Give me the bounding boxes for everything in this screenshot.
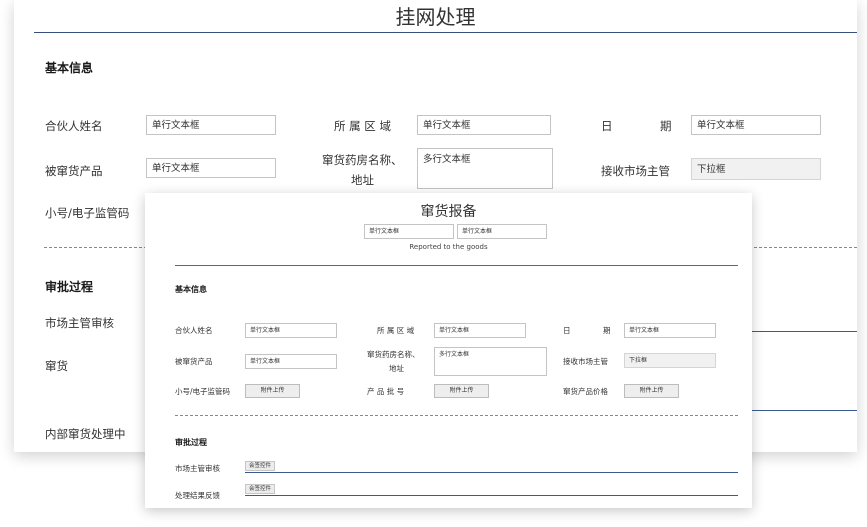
header-input[interactable]: 单行文本框 (364, 224, 454, 239)
region-label: 所 属 区 域 (334, 119, 391, 133)
title-divider (34, 32, 857, 33)
batch-label: 产 品 批 号 (367, 387, 405, 396)
form-subtitle: Reported to the goods (409, 243, 488, 251)
manager-select[interactable]: 下拉框 (624, 353, 716, 368)
code-upload-button[interactable]: 附件上传 (245, 384, 300, 398)
code-label: 小号/电子监管码 (175, 387, 231, 396)
product-label: 被窜货产品 (45, 164, 103, 178)
product-label: 被窜货产品 (175, 357, 213, 366)
form-title: 窜货报备 (420, 204, 477, 220)
manager-label: 接收市场主管 (563, 357, 608, 366)
region-input[interactable]: 单行文本框 (417, 115, 551, 135)
approval-row-label: 窜货 (45, 359, 68, 373)
price-upload-button[interactable]: 附件上传 (624, 384, 679, 398)
date-label-part2: 期 (660, 119, 672, 133)
pharmacy-textarea[interactable]: 多行文本框 (434, 347, 547, 376)
partner-name-input[interactable]: 单行文本框 (146, 115, 276, 135)
pharmacy-label-line2: 地址 (389, 364, 404, 373)
region-input[interactable]: 单行文本框 (434, 323, 526, 338)
approval-row-line (752, 410, 857, 411)
countersign-control[interactable]: 会签控件 (245, 461, 276, 471)
approval-row-label: 市场主管审核 (45, 316, 114, 330)
region-label: 所 属 区 域 (377, 326, 415, 335)
title-divider (175, 265, 738, 266)
date-input[interactable]: 单行文本框 (691, 115, 821, 135)
date-label-part1: 日 (601, 119, 613, 133)
date-label-part1: 日 (563, 326, 571, 335)
partner-name-label: 合伙人姓名 (175, 326, 213, 335)
batch-upload-button[interactable]: 附件上传 (434, 384, 489, 398)
product-input[interactable]: 单行文本框 (245, 354, 337, 369)
countersign-control[interactable]: 会签控件 (245, 484, 276, 494)
section-dashed-divider (175, 415, 738, 416)
product-input[interactable]: 单行文本框 (146, 158, 276, 178)
date-label-part2: 期 (603, 326, 611, 335)
page-title: 挂网处理 (395, 5, 476, 29)
approval-row-line (245, 472, 738, 473)
price-label: 窜货产品价格 (563, 387, 608, 396)
section-title-approval: 审批过程 (45, 280, 94, 294)
partner-name-input[interactable]: 单行文本框 (245, 323, 337, 338)
partner-name-label: 合伙人姓名 (45, 119, 103, 133)
pharmacy-textarea[interactable]: 多行文本框 (417, 148, 553, 189)
date-input[interactable]: 单行文本框 (624, 323, 716, 338)
manager-select[interactable]: 下拉框 (691, 158, 821, 180)
approval-row-label: 内部窜货处理中 (45, 427, 126, 441)
section-title-approval: 审批过程 (175, 438, 207, 447)
approval-row-label: 处理结果反馈 (175, 491, 220, 500)
section-title-basic-info: 基本信息 (45, 61, 94, 75)
section-title-basic-info: 基本信息 (175, 285, 207, 294)
pharmacy-label-line1: 窜货药房名称、 (367, 350, 420, 359)
code-label: 小号/电子监管码 (45, 206, 130, 220)
header-input[interactable]: 单行文本框 (457, 224, 547, 239)
approval-row-line (752, 331, 857, 332)
approval-row-line (245, 495, 738, 496)
manager-label: 接收市场主管 (601, 164, 670, 178)
approval-row-label: 市场主管审核 (175, 464, 220, 473)
pharmacy-label-line2: 地址 (351, 173, 374, 187)
pharmacy-label-line1: 窜货药房名称、 (322, 153, 403, 167)
front-form-card: 窜货报备 单行文本框 单行文本框 Reported to the goods 基… (145, 193, 752, 508)
